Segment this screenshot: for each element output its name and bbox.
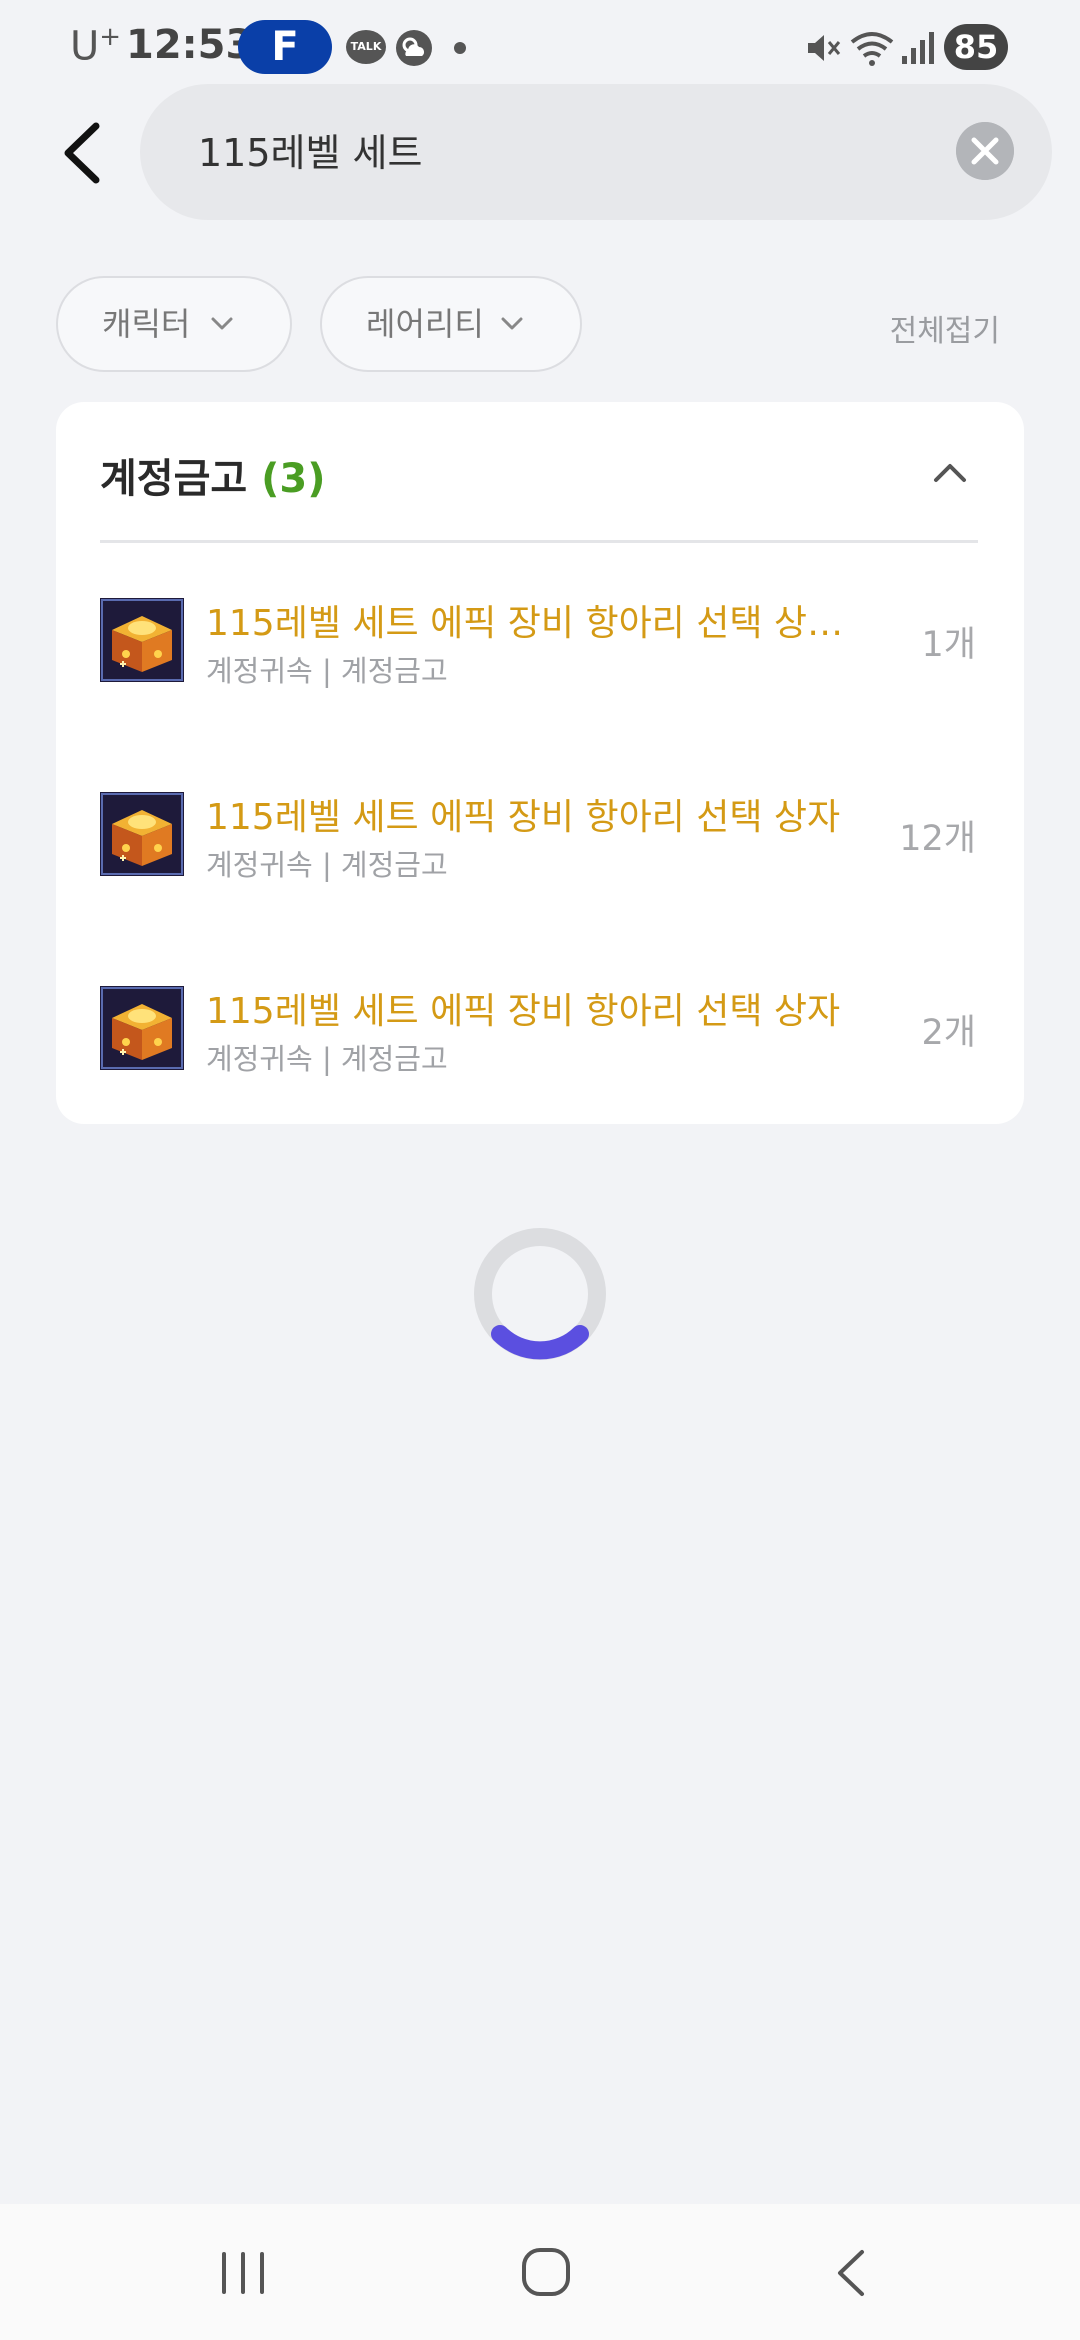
- treasure-chest-icon: [100, 986, 184, 1070]
- signal-icon: [902, 32, 934, 64]
- item-name: 115레벨 세트 에픽 장비 항아리 선택 상자: [206, 797, 841, 838]
- weather-icon: [396, 30, 432, 66]
- carrier-plus: +: [99, 22, 122, 52]
- rarity-filter-label: 레어리티: [366, 305, 484, 343]
- loading-spinner: [474, 1228, 606, 1360]
- item-quantity: 2개: [921, 1013, 976, 1053]
- chevron-up-icon[interactable]: [932, 458, 968, 488]
- carrier-label: U+: [70, 22, 121, 69]
- treasure-chest-icon: [100, 792, 184, 876]
- system-back-icon[interactable]: [830, 2248, 870, 2298]
- search-input[interactable]: [196, 126, 900, 172]
- carrier-text: U: [70, 23, 100, 70]
- kakaotalk-icon: TALK: [346, 30, 386, 64]
- list-item[interactable]: 115레벨 세트 에픽 장비 항아리 선택 상자 계정귀속 | 계정금고 2개: [100, 986, 980, 1106]
- section-count: (3): [261, 456, 326, 502]
- list-item[interactable]: 115레벨 세트 에픽 장비 항아리 선택 상자 (… 계정귀속 | 계정금고 …: [100, 598, 980, 718]
- collapse-all-button[interactable]: 전체접기: [890, 306, 1000, 350]
- item-name: 115레벨 세트 에픽 장비 항아리 선택 상자: [206, 991, 841, 1032]
- chevron-down-icon: [501, 317, 523, 330]
- divider: [100, 540, 978, 543]
- battery-indicator: 85: [944, 24, 1008, 70]
- section-title[interactable]: 계정금고 (3): [100, 446, 326, 504]
- f-app-icon: F: [238, 20, 332, 74]
- clock: 12:53: [126, 22, 254, 68]
- clear-icon[interactable]: [956, 122, 1014, 180]
- mute-icon: [808, 35, 841, 61]
- wifi-icon: [850, 32, 894, 66]
- home-icon[interactable]: [520, 2246, 572, 2298]
- chevron-down-icon: [211, 317, 233, 330]
- notification-dot-icon: [454, 42, 466, 54]
- item-binding-info: 계정귀속 | 계정금고: [206, 848, 448, 882]
- item-name: 115레벨 세트 에픽 장비 항아리 선택 상자 (…: [206, 603, 866, 644]
- treasure-chest-icon: [100, 598, 184, 682]
- status-bar: U+ 12:53 F TALK 85: [0, 0, 1080, 96]
- item-binding-info: 계정귀속 | 계정금고: [206, 654, 448, 688]
- character-filter-label: 캐릭터: [102, 305, 191, 343]
- account-storage-section: 계정금고 (3) 115레벨 세트 에픽 장비 항아리 선택 상자 (… 계정귀…: [56, 402, 1024, 1124]
- system-nav-bar: [0, 2204, 1080, 2340]
- character-filter-chip[interactable]: 캐릭터: [56, 276, 292, 372]
- section-title-text: 계정금고: [100, 456, 248, 502]
- item-quantity: 12개: [899, 819, 976, 859]
- item-binding-info: 계정귀속 | 계정금고: [206, 1042, 448, 1076]
- rarity-filter-chip[interactable]: 레어리티: [320, 276, 582, 372]
- item-quantity: 1개: [921, 625, 976, 665]
- recent-apps-icon[interactable]: [218, 2248, 268, 2298]
- back-button[interactable]: [56, 118, 116, 188]
- search-bar[interactable]: [140, 84, 1052, 220]
- list-item[interactable]: 115레벨 세트 에픽 장비 항아리 선택 상자 계정귀속 | 계정금고 12개: [100, 792, 980, 912]
